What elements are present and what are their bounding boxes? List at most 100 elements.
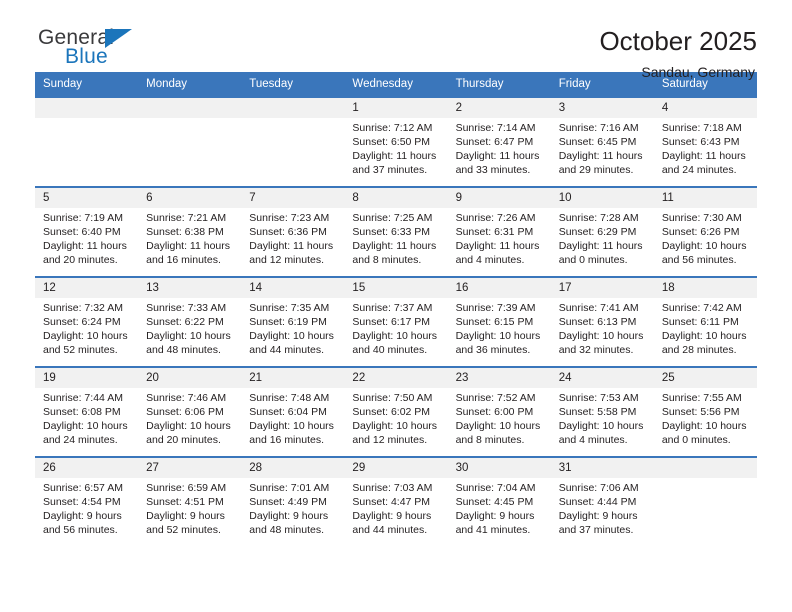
weekday-header-tuesday: Tuesday xyxy=(241,72,345,97)
daylight-text-line2: and 0 minutes. xyxy=(661,434,731,446)
day-sun-info: Sunrise: 7:21 AM Sunset: 6:38 PM Daylight:… xyxy=(138,208,241,267)
day-number: 18 xyxy=(653,278,757,298)
day-cell-inner: 13 Sunrise: 7:33 AM Sunset: 6:22 PM Dayligh… xyxy=(138,278,242,366)
calendar-body: 1 Sunrise: 7:12 AM Sunset: 6:50 PM Daylight… xyxy=(35,96,757,547)
calendar-day-cell[interactable]: 14 Sunrise: 7:35 AM Sunset: 6:19 PM Dayligh… xyxy=(241,276,345,367)
day-number xyxy=(138,98,242,118)
sunset-text: Sunset: 6:33 PM xyxy=(352,226,431,238)
day-number xyxy=(35,98,139,118)
day-sun-info: Sunrise: 7:28 AM Sunset: 6:29 PM Daylight:… xyxy=(551,208,654,267)
calendar-day-cell[interactable]: 18 Sunrise: 7:42 AM Sunset: 6:11 PM Dayligh… xyxy=(653,276,757,367)
calendar-day-cell[interactable]: 2 Sunrise: 7:14 AM Sunset: 6:47 PM Daylight… xyxy=(447,96,551,187)
daylight-text-line2: and 0 minutes. xyxy=(558,254,628,266)
day-cell-inner: 7 Sunrise: 7:23 AM Sunset: 6:36 PM Daylight… xyxy=(241,188,345,276)
sunset-text: Sunset: 6:29 PM xyxy=(558,226,637,238)
daylight-text-line2: and 48 minutes. xyxy=(146,344,221,356)
day-cell-inner xyxy=(35,98,139,186)
calendar-day-cell[interactable]: 16 Sunrise: 7:39 AM Sunset: 6:15 PM Dayligh… xyxy=(447,276,551,367)
daylight-text-line2: and 4 minutes. xyxy=(558,434,628,446)
day-sun-info: Sunrise: 7:06 AM Sunset: 4:44 PM Daylight:… xyxy=(551,478,654,537)
day-number xyxy=(241,98,345,118)
sunset-text: Sunset: 6:36 PM xyxy=(249,226,327,238)
general-blue-logo[interactable]: General Blue xyxy=(35,26,165,78)
calendar-day-cell[interactable]: 8 Sunrise: 7:25 AM Sunset: 6:33 PM Daylight… xyxy=(344,186,448,277)
sunrise-text: Sunrise: 7:50 AM xyxy=(352,392,433,404)
logo-text-blue: Blue xyxy=(65,45,108,68)
sunrise-text: Sunrise: 7:06 AM xyxy=(558,482,639,494)
calendar-day-cell[interactable]: 3 Sunrise: 7:16 AM Sunset: 6:45 PM Daylight… xyxy=(550,96,654,187)
daylight-text-line1: Daylight: 11 hours xyxy=(352,150,437,162)
calendar-day-cell[interactable]: 13 Sunrise: 7:33 AM Sunset: 6:22 PM Dayligh… xyxy=(138,276,242,367)
day-number: 28 xyxy=(241,458,345,478)
calendar-day-cell[interactable]: 29 Sunrise: 7:03 AM Sunset: 4:47 PM Dayligh… xyxy=(344,456,448,547)
day-number: 9 xyxy=(447,188,551,208)
sunset-text: Sunset: 4:45 PM xyxy=(455,496,534,508)
day-sun-info: Sunrise: 7:03 AM Sunset: 4:47 PM Daylight:… xyxy=(344,478,447,537)
calendar-day-cell[interactable]: 28 Sunrise: 7:01 AM Sunset: 4:49 PM Dayligh… xyxy=(241,456,345,547)
calendar-week-row: 12 Sunrise: 7:32 AM Sunset: 6:24 PM Dayligh… xyxy=(35,276,757,367)
day-cell-inner: 18 Sunrise: 7:42 AM Sunset: 6:11 PM Dayligh… xyxy=(653,278,757,366)
day-number: 2 xyxy=(447,98,551,118)
calendar-day-cell[interactable]: 4 Sunrise: 7:18 AM Sunset: 6:43 PM Daylight… xyxy=(653,96,757,187)
day-cell-inner: 17 Sunrise: 7:41 AM Sunset: 6:13 PM Dayligh… xyxy=(550,278,654,366)
day-cell-inner: 2 Sunrise: 7:14 AM Sunset: 6:47 PM Daylight… xyxy=(447,98,551,186)
calendar-day-cell[interactable]: 9 Sunrise: 7:26 AM Sunset: 6:31 PM Daylight… xyxy=(447,186,551,277)
sunrise-text: Sunrise: 7:01 AM xyxy=(249,482,330,494)
calendar-day-cell[interactable]: 26 Sunrise: 6:57 AM Sunset: 4:54 PM Dayligh… xyxy=(35,456,139,547)
day-cell-inner: 14 Sunrise: 7:35 AM Sunset: 6:19 PM Dayligh… xyxy=(241,278,345,366)
calendar-day-cell[interactable]: 15 Sunrise: 7:37 AM Sunset: 6:17 PM Dayligh… xyxy=(344,276,448,367)
daylight-text-line2: and 28 minutes. xyxy=(661,344,737,356)
calendar-day-cell[interactable]: 22 Sunrise: 7:50 AM Sunset: 6:02 PM Dayligh… xyxy=(344,366,448,457)
calendar-day-cell[interactable]: 24 Sunrise: 7:53 AM Sunset: 5:58 PM Dayligh… xyxy=(550,366,654,457)
sunset-text: Sunset: 6:11 PM xyxy=(661,316,739,328)
daylight-text-line2: and 16 minutes. xyxy=(249,434,324,446)
calendar-day-cell[interactable]: 23 Sunrise: 7:52 AM Sunset: 6:00 PM Dayligh… xyxy=(447,366,551,457)
day-cell-inner: 27 Sunrise: 6:59 AM Sunset: 4:51 PM Dayligh… xyxy=(138,458,242,546)
sunset-text: Sunset: 4:54 PM xyxy=(43,496,121,508)
daylight-text-line2: and 56 minutes. xyxy=(43,524,118,536)
day-cell-inner xyxy=(138,98,242,186)
daylight-text-line2: and 12 minutes. xyxy=(352,434,428,446)
sunset-text: Sunset: 6:26 PM xyxy=(661,226,740,238)
daylight-text-line2: and 4 minutes. xyxy=(455,254,525,266)
calendar-day-cell[interactable]: 19 Sunrise: 7:44 AM Sunset: 6:08 PM Dayligh… xyxy=(35,366,139,457)
daylight-text-line1: Daylight: 11 hours xyxy=(455,240,540,252)
calendar-day-cell[interactable]: 25 Sunrise: 7:55 AM Sunset: 5:56 PM Dayligh… xyxy=(653,366,757,457)
calendar-page: General Blue October 2025 Sandau, German… xyxy=(0,0,792,612)
calendar-day-cell[interactable]: 12 Sunrise: 7:32 AM Sunset: 6:24 PM Dayligh… xyxy=(35,276,139,367)
sunset-text: Sunset: 6:19 PM xyxy=(249,316,327,328)
calendar-day-cell[interactable]: 31 Sunrise: 7:06 AM Sunset: 4:44 PM Dayligh… xyxy=(550,456,654,547)
calendar-day-cell[interactable]: 30 Sunrise: 7:04 AM Sunset: 4:45 PM Dayligh… xyxy=(447,456,551,547)
day-cell-inner: 26 Sunrise: 6:57 AM Sunset: 4:54 PM Dayligh… xyxy=(35,458,139,546)
sunrise-text: Sunrise: 7:35 AM xyxy=(249,302,330,314)
day-sun-info: Sunrise: 7:42 AM Sunset: 6:11 PM Daylight:… xyxy=(654,298,757,357)
day-number: 10 xyxy=(550,188,654,208)
calendar-day-cell[interactable]: 7 Sunrise: 7:23 AM Sunset: 6:36 PM Daylight… xyxy=(241,186,345,277)
calendar-day-cell[interactable]: 5 Sunrise: 7:19 AM Sunset: 6:40 PM Daylight… xyxy=(35,186,139,277)
sunset-text: Sunset: 6:00 PM xyxy=(455,406,534,418)
sunrise-text: Sunrise: 7:14 AM xyxy=(455,122,536,134)
day-number: 14 xyxy=(241,278,345,298)
calendar-day-cell[interactable]: 11 Sunrise: 7:30 AM Sunset: 6:26 PM Dayligh… xyxy=(653,186,757,277)
calendar-day-cell[interactable]: 17 Sunrise: 7:41 AM Sunset: 6:13 PM Dayligh… xyxy=(550,276,654,367)
day-sun-info: Sunrise: 6:57 AM Sunset: 4:54 PM Daylight:… xyxy=(35,478,138,537)
daylight-text-line1: Daylight: 11 hours xyxy=(249,240,334,252)
weekday-header-thursday: Thursday xyxy=(447,72,551,97)
sunrise-text: Sunrise: 7:32 AM xyxy=(43,302,123,314)
sunset-text: Sunset: 6:17 PM xyxy=(352,316,431,328)
day-cell-inner: 10 Sunrise: 7:28 AM Sunset: 6:29 PM Dayligh… xyxy=(550,188,654,276)
calendar-day-cell[interactable]: 20 Sunrise: 7:46 AM Sunset: 6:06 PM Dayligh… xyxy=(138,366,242,457)
daylight-text-line1: Daylight: 11 hours xyxy=(558,150,643,162)
day-cell-inner: 5 Sunrise: 7:19 AM Sunset: 6:40 PM Daylight… xyxy=(35,188,139,276)
day-cell-inner: 25 Sunrise: 7:55 AM Sunset: 5:56 PM Dayligh… xyxy=(653,368,757,456)
daylight-text-line2: and 24 minutes. xyxy=(661,164,737,176)
day-number: 4 xyxy=(653,98,757,118)
calendar-day-cell[interactable]: 10 Sunrise: 7:28 AM Sunset: 6:29 PM Dayligh… xyxy=(550,186,654,277)
calendar-day-cell[interactable]: 21 Sunrise: 7:48 AM Sunset: 6:04 PM Dayligh… xyxy=(241,366,345,457)
day-number: 26 xyxy=(35,458,139,478)
day-cell-inner: 6 Sunrise: 7:21 AM Sunset: 6:38 PM Daylight… xyxy=(138,188,242,276)
calendar-day-cell[interactable]: 27 Sunrise: 6:59 AM Sunset: 4:51 PM Dayligh… xyxy=(138,456,242,547)
calendar-day-cell[interactable]: 1 Sunrise: 7:12 AM Sunset: 6:50 PM Daylight… xyxy=(344,96,448,187)
calendar-day-cell[interactable]: 6 Sunrise: 7:21 AM Sunset: 6:38 PM Daylight… xyxy=(138,186,242,277)
sunrise-text: Sunrise: 6:59 AM xyxy=(146,482,227,494)
